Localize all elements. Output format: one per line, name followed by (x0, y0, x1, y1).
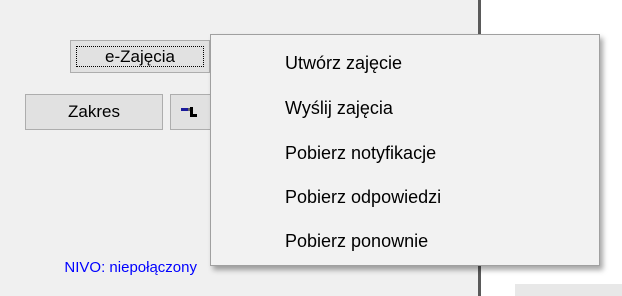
menu-item-pobierz-notyfikacje[interactable]: Pobierz notyfikacje (285, 143, 436, 164)
connection-status: NIVO: niepołączony (64, 259, 197, 276)
right-panel-bg (481, 284, 515, 296)
focus-rectangle (76, 46, 204, 67)
menu-item-wyslij-zajecia[interactable]: Wyślij zajęcia (285, 98, 393, 119)
menu-item-utworz-zajecie[interactable]: Utwórz zajęcie (285, 53, 402, 74)
zakres-button[interactable]: Zakres (25, 94, 163, 130)
tool-icon (181, 107, 197, 117)
e-zajecia-button[interactable]: e-Zajęcia (70, 40, 210, 73)
context-menu: Utwórz zajęcie Wyślij zajęcia Pobierz no… (210, 34, 600, 266)
menu-item-pobierz-ponownie[interactable]: Pobierz ponownie (285, 231, 428, 252)
app-window: e-Zajęcia Zakres NIVO: niepołączony Utwó… (0, 0, 622, 296)
tool-button[interactable] (170, 94, 215, 130)
right-panel-grey (515, 284, 622, 296)
menu-item-pobierz-odpowiedzi[interactable]: Pobierz odpowiedzi (285, 187, 441, 208)
zakres-label: Zakres (68, 102, 120, 121)
